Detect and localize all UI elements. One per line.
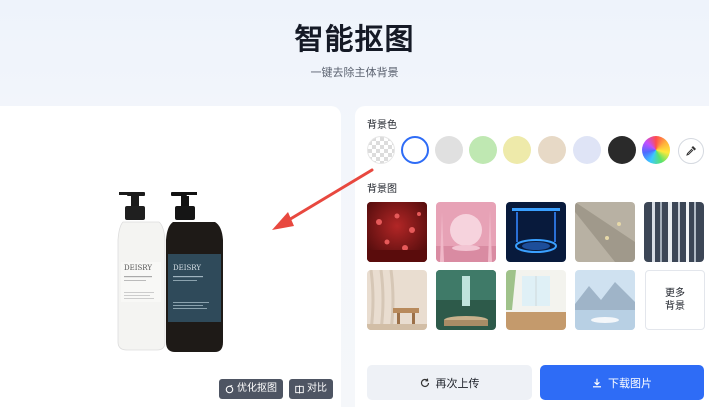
eyedropper-button[interactable] <box>678 138 704 164</box>
compare-button[interactable]: 对比 <box>289 379 333 399</box>
svg-text:DEISRY: DEISRY <box>173 264 201 272</box>
page-title: 智能抠图 <box>294 22 415 56</box>
compare-label: 对比 <box>307 383 327 394</box>
compare-icon <box>295 384 304 394</box>
download-label: 下载图片 <box>608 376 652 390</box>
eyedropper-icon <box>686 146 696 156</box>
page-header: 智能抠图 一键去除主体背景 <box>0 0 709 100</box>
optimize-label: 优化抠图 <box>237 383 277 394</box>
more-backgrounds-button[interactable]: 更多 背景 <box>645 270 705 330</box>
reupload-label: 再次上传 <box>435 376 480 390</box>
more-bg-line1: 更多 <box>665 288 685 299</box>
optimize-icon <box>225 384 234 393</box>
optimize-cutout-button[interactable]: 优化抠图 <box>219 379 283 399</box>
swatch-rainbow[interactable] <box>642 136 670 164</box>
download-button[interactable]: 下载图片 <box>540 365 704 400</box>
bg-thumb-curtain-stool[interactable] <box>367 270 427 330</box>
product-image: DEISRY DEISRY <box>117 192 223 352</box>
bg-thumb-mountain-lake[interactable] <box>575 270 635 330</box>
bg-color-label: 背景色 <box>367 120 397 131</box>
bg-thumb-pink-arch[interactable] <box>436 202 496 262</box>
settings-panel: 背景色 背景图 更多 背景 再次上传 下载图片 <box>355 106 709 407</box>
swatch-gray[interactable] <box>435 136 463 164</box>
bg-thumb-stripes[interactable] <box>644 202 704 262</box>
bg-thumb-window-table[interactable] <box>506 270 566 330</box>
preview-panel: DEISRY DEISRY 优化抠图 对比 <box>0 106 341 407</box>
bg-thumb-forest-waterfall[interactable] <box>436 270 496 330</box>
bg-thumb-neon-stage[interactable] <box>506 202 566 262</box>
refresh-icon <box>420 378 429 387</box>
bg-thumb-red-hearts[interactable] <box>367 202 427 262</box>
more-bg-line2: 背景 <box>665 301 685 312</box>
swatch-green[interactable] <box>469 136 497 164</box>
swatch-beige[interactable] <box>538 136 566 164</box>
swatch-lavender[interactable] <box>573 136 601 164</box>
download-icon <box>593 378 601 387</box>
white-bottle: DEISRY <box>117 192 166 351</box>
annotation-arrow <box>272 168 374 230</box>
swatch-yellow[interactable] <box>503 136 531 164</box>
swatch-transparent[interactable] <box>367 136 395 164</box>
bg-thumb-shadow-wall[interactable] <box>575 202 635 262</box>
page-subtitle: 一键去除主体背景 <box>310 66 399 79</box>
svg-text:DEISRY: DEISRY <box>124 264 152 272</box>
swatch-white[interactable] <box>401 136 429 164</box>
reupload-button[interactable]: 再次上传 <box>367 365 532 400</box>
swatch-black[interactable] <box>608 136 636 164</box>
dark-bottle: DEISRY <box>166 192 223 352</box>
